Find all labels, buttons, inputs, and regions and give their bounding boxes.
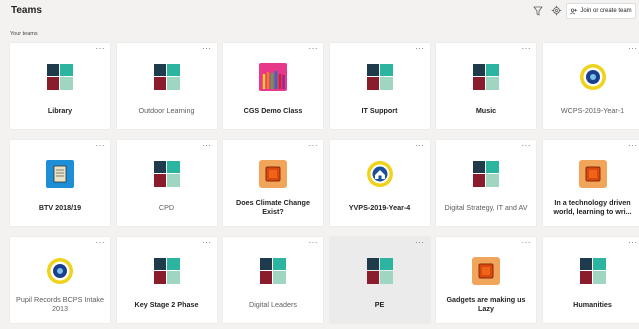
team-tiles-logo xyxy=(366,257,394,285)
team-card[interactable]: ··· CGS Demo Class xyxy=(223,43,323,129)
more-options-icon[interactable]: ··· xyxy=(415,45,425,53)
more-options-icon[interactable]: ··· xyxy=(96,45,106,53)
more-options-icon[interactable]: ··· xyxy=(202,45,212,53)
orange-square-logo xyxy=(259,160,287,188)
page-title: Teams xyxy=(11,5,42,16)
team-name: Outdoor Learning xyxy=(138,105,195,115)
orange-square-logo xyxy=(578,160,607,188)
more-options-icon[interactable]: ··· xyxy=(309,142,319,150)
add-people-icon xyxy=(570,8,578,14)
team-name: Music xyxy=(475,105,497,115)
team-tiles-logo xyxy=(153,63,181,91)
more-options-icon[interactable]: ··· xyxy=(309,239,319,247)
team-card[interactable]: ··· Music xyxy=(436,43,536,129)
team-card[interactable]: ··· PE xyxy=(329,237,430,323)
more-options-icon[interactable]: ··· xyxy=(522,239,532,247)
team-tiles-logo xyxy=(579,257,607,285)
team-card[interactable]: ··· In a technology driven world, learnin… xyxy=(542,140,639,226)
team-name: Gadgets are making us Lazy xyxy=(446,295,526,313)
team-card[interactable]: ··· BTV 2018/19 xyxy=(10,140,110,226)
school-badge-logo xyxy=(366,160,394,188)
team-card[interactable]: ··· Gadgets are making us Lazy xyxy=(436,237,536,323)
more-options-icon[interactable]: ··· xyxy=(415,239,425,247)
join-button-label: Join or create team xyxy=(580,8,632,14)
team-card[interactable]: ··· Pupil Records BCPS Intake 2013 xyxy=(10,237,110,323)
scroll-logo xyxy=(46,160,74,188)
team-tiles-logo xyxy=(46,63,74,91)
join-or-create-team-button[interactable]: Join or create team xyxy=(566,3,636,19)
team-card[interactable]: ··· YVPS-2019-Year-4 xyxy=(329,140,430,226)
team-card[interactable]: ··· CPD xyxy=(116,140,217,226)
more-options-icon[interactable]: ··· xyxy=(522,142,532,150)
team-name: WCPS-2019-Year-1 xyxy=(560,105,625,115)
team-card[interactable]: ··· Digital Strategy, IT and AV xyxy=(436,140,536,226)
team-name: Key Stage 2 Phase xyxy=(134,299,199,309)
pencils-logo xyxy=(259,63,287,91)
team-card[interactable]: ··· Digital Leaders xyxy=(223,237,323,323)
school-badge-logo xyxy=(46,257,74,285)
team-name: IT Support xyxy=(361,105,398,115)
more-options-icon[interactable]: ··· xyxy=(202,239,212,247)
team-name: Library xyxy=(47,105,73,115)
team-name: PE xyxy=(374,299,385,309)
team-name: BTV 2018/19 xyxy=(38,202,82,212)
top-bar: Teams Join or create team xyxy=(0,0,639,24)
more-options-icon[interactable]: ··· xyxy=(96,239,106,247)
team-name: YVPS-2019-Year-4 xyxy=(348,202,411,212)
filter-icon[interactable] xyxy=(533,6,543,16)
more-options-icon[interactable]: ··· xyxy=(96,142,106,150)
section-label: Your teams xyxy=(10,31,38,37)
more-options-icon[interactable]: ··· xyxy=(309,45,319,53)
team-name: CPD xyxy=(158,202,175,212)
team-card[interactable]: ··· Outdoor Learning xyxy=(116,43,217,129)
more-options-icon[interactable]: ··· xyxy=(202,142,212,150)
team-tiles-logo xyxy=(472,63,500,91)
team-name: Pupil Records BCPS Intake 2013 xyxy=(16,295,104,313)
more-options-icon[interactable]: ··· xyxy=(628,142,638,150)
orange-square-logo xyxy=(472,257,500,285)
team-tiles-logo xyxy=(153,257,181,285)
team-tiles-logo xyxy=(366,63,394,91)
team-card[interactable]: ··· Key Stage 2 Phase xyxy=(116,237,217,323)
team-card[interactable]: ··· Humanities xyxy=(542,237,639,323)
more-options-icon[interactable]: ··· xyxy=(522,45,532,53)
team-card[interactable]: ··· Does Climate Change Exist? xyxy=(223,140,323,226)
team-name: Humanities xyxy=(573,299,612,309)
more-options-icon[interactable]: ··· xyxy=(628,239,638,247)
team-name: Does Climate Change Exist? xyxy=(236,198,310,216)
team-tiles-logo xyxy=(153,160,181,188)
team-card[interactable]: ··· Library xyxy=(10,43,110,129)
team-name: Digital Leaders xyxy=(249,299,297,309)
team-name: Digital Strategy, IT and AV xyxy=(444,202,528,212)
more-options-icon[interactable]: ··· xyxy=(415,142,425,150)
team-tiles-logo xyxy=(259,257,287,285)
gear-icon[interactable] xyxy=(551,5,562,16)
team-name: In a technology driven world, learning t… xyxy=(553,198,632,216)
team-card[interactable]: ··· IT Support xyxy=(329,43,430,129)
more-options-icon[interactable]: ··· xyxy=(628,45,638,53)
team-tiles-logo xyxy=(472,160,500,188)
team-card[interactable]: ··· WCPS-2019-Year-1 xyxy=(542,43,639,129)
team-name: CGS Demo Class xyxy=(243,105,303,115)
school-badge-logo xyxy=(579,63,607,91)
